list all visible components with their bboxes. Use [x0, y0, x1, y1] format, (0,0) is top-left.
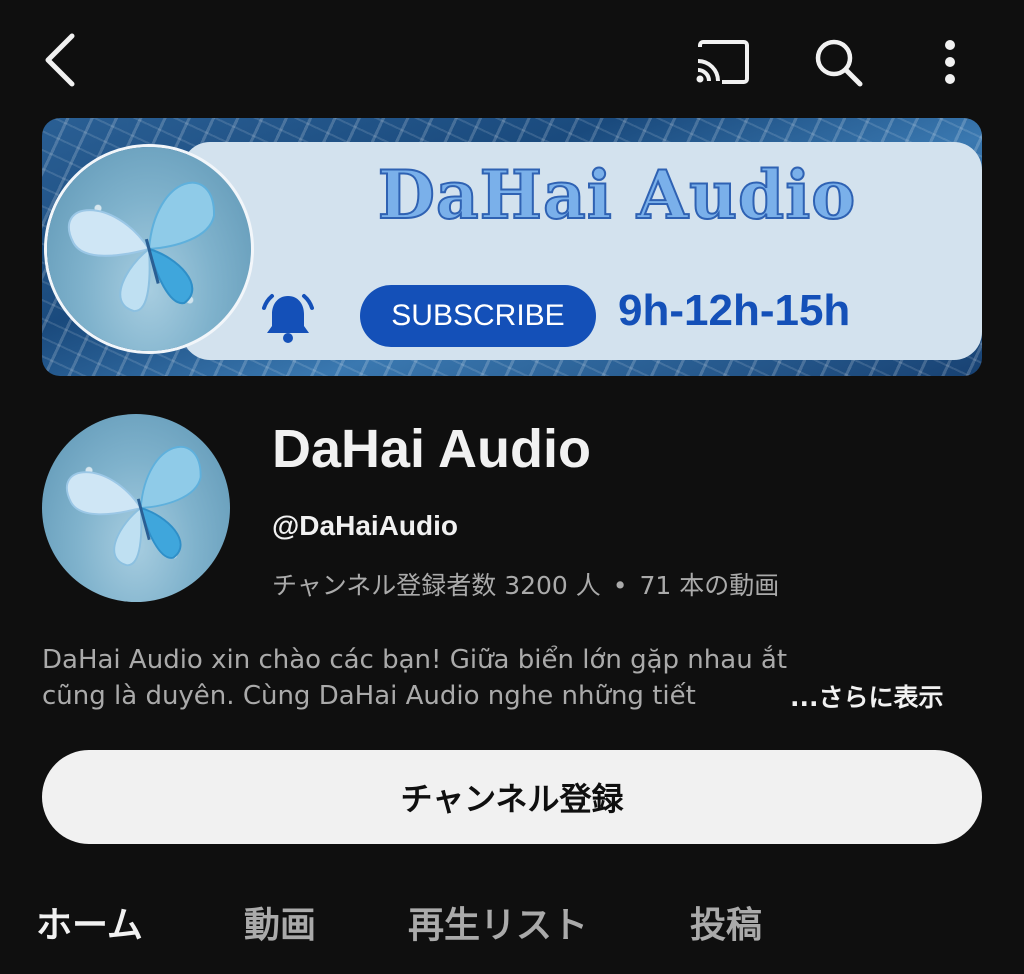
- subscribe-button[interactable]: チャンネル登録: [42, 750, 982, 844]
- bell-icon: [256, 286, 320, 350]
- channel-avatar[interactable]: [42, 414, 230, 602]
- top-app-bar: [0, 0, 1024, 118]
- description-line-1: DaHai Audio xin chào các bạn! Giữa biển …: [42, 645, 788, 675]
- tab-videos[interactable]: 動画: [244, 896, 316, 948]
- banner-schedule: 9h-12h-15h: [618, 286, 851, 335]
- back-icon[interactable]: [30, 28, 94, 92]
- channel-banner: DaHai Audio SUBSCRIBE 9h-12h-15h: [42, 118, 982, 376]
- more-vert-icon[interactable]: [920, 30, 980, 94]
- banner-title: DaHai Audio: [377, 155, 857, 235]
- search-icon[interactable]: [806, 30, 870, 94]
- banner-butterfly-image: [44, 144, 254, 354]
- banner-subscribe-pill: SUBSCRIBE: [360, 285, 596, 347]
- subscriber-count: チャンネル登録者数 3200 人: [272, 571, 601, 600]
- show-more-link[interactable]: ...さらに表示: [790, 678, 944, 714]
- cast-icon[interactable]: [690, 34, 754, 90]
- channel-stats: チャンネル登録者数 3200 人 • 71 本の動画: [272, 566, 779, 602]
- tab-playlists[interactable]: 再生リスト: [408, 896, 588, 948]
- channel-tabs: ホーム 動画 再生リスト 投稿: [0, 896, 1024, 962]
- description-line-2: cũng là duyên. Cùng DaHai Audio nghe nhữ…: [42, 678, 787, 714]
- tab-home[interactable]: ホーム: [36, 896, 143, 948]
- stats-separator: •: [612, 571, 628, 600]
- channel-handle: @DaHaiAudio: [272, 510, 458, 541]
- tab-posts[interactable]: 投稿: [690, 896, 762, 948]
- channel-name: DaHai Audio: [272, 419, 592, 479]
- video-count: 71 本の動画: [639, 571, 780, 600]
